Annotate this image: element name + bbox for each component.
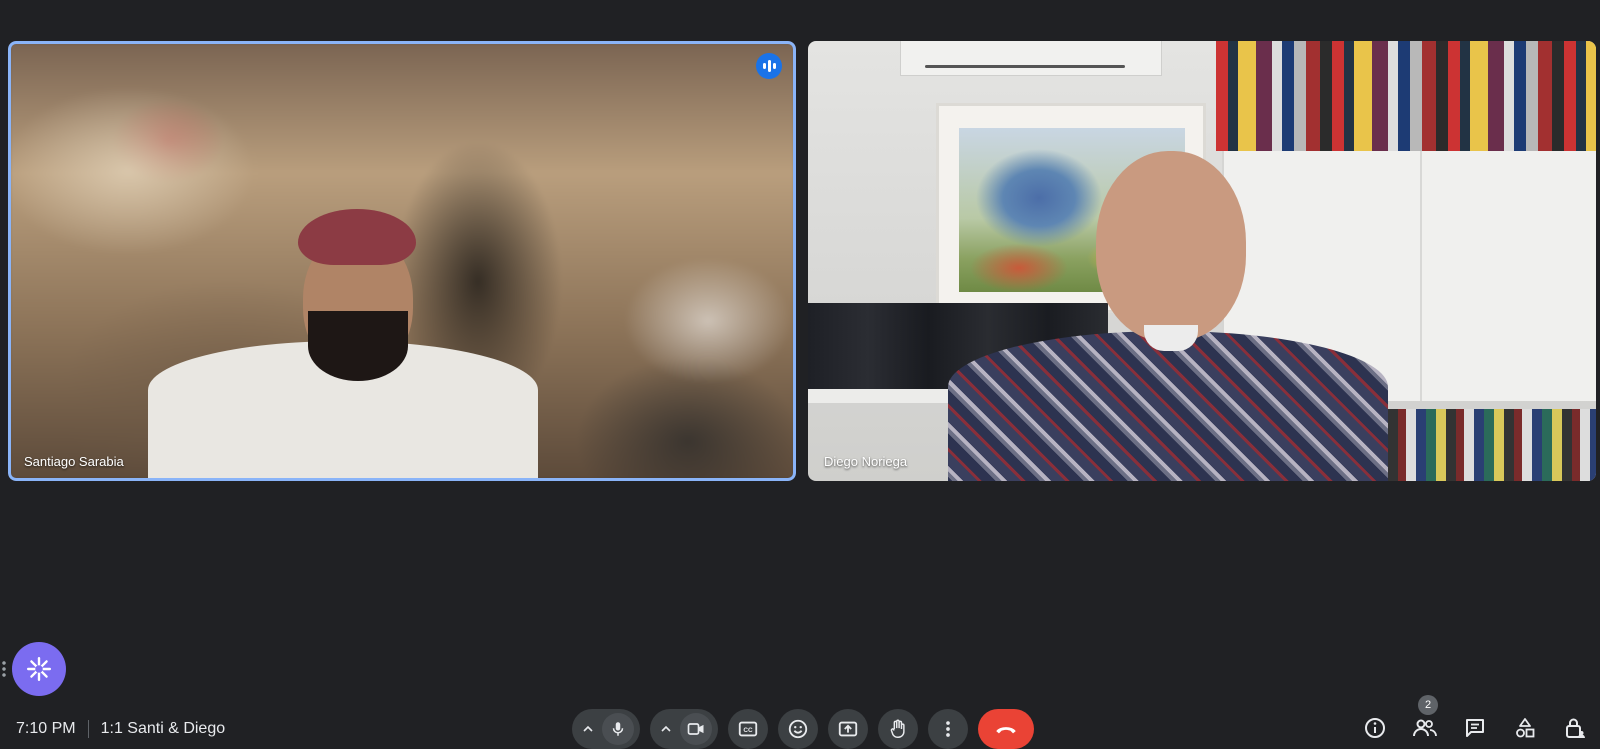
participant-name: Diego Noriega bbox=[824, 454, 908, 469]
participant-video-figure bbox=[148, 201, 548, 481]
audio-control-group bbox=[572, 709, 640, 749]
drag-handle-icon[interactable] bbox=[2, 660, 6, 678]
participant-tile-diego[interactable]: Diego Noriega bbox=[808, 41, 1596, 481]
call-end-icon bbox=[996, 727, 1016, 734]
people-button[interactable]: 2 bbox=[1410, 695, 1440, 743]
mic-icon bbox=[612, 722, 624, 736]
participant-tile-santiago[interactable]: Santiago Sarabia bbox=[8, 41, 796, 481]
more-vert-icon bbox=[946, 721, 950, 737]
participant-name: Santiago Sarabia bbox=[24, 454, 124, 469]
side-panel-controls: 2 bbox=[1360, 695, 1590, 743]
info-icon bbox=[1365, 718, 1385, 738]
divider bbox=[87, 720, 89, 738]
audio-options-button[interactable] bbox=[576, 714, 600, 744]
mic-button[interactable] bbox=[602, 713, 634, 745]
emoji-icon bbox=[788, 719, 808, 739]
gemini-button[interactable] bbox=[12, 642, 66, 696]
video-icon bbox=[687, 723, 704, 735]
chevron-up-icon bbox=[583, 725, 593, 732]
present-button[interactable] bbox=[828, 709, 868, 749]
people-count-badge: 2 bbox=[1418, 695, 1438, 715]
host-controls-button[interactable] bbox=[1560, 713, 1590, 743]
camera-button[interactable] bbox=[680, 713, 712, 745]
participant-video-figure bbox=[948, 151, 1388, 481]
video-control-group bbox=[650, 709, 718, 749]
lock-person-icon bbox=[1566, 718, 1585, 738]
call-controls: CC bbox=[572, 709, 1034, 749]
video-options-button[interactable] bbox=[654, 714, 678, 744]
present-icon bbox=[838, 721, 858, 737]
captions-icon: CC bbox=[738, 721, 758, 737]
meeting-title: 1:1 Santi & Diego bbox=[100, 720, 226, 737]
activities-icon bbox=[1516, 718, 1535, 738]
svg-text:CC: CC bbox=[743, 727, 753, 734]
hand-icon bbox=[890, 719, 905, 738]
more-options-button[interactable] bbox=[928, 709, 968, 749]
meeting-info-button[interactable] bbox=[1360, 713, 1390, 743]
raise-hand-button[interactable] bbox=[878, 709, 918, 749]
meeting-time: 7:10 PM bbox=[16, 720, 76, 737]
chat-button[interactable] bbox=[1460, 713, 1490, 743]
meeting-details: 7:10 PM 1:1 Santi & Diego bbox=[16, 720, 225, 738]
leave-call-button[interactable] bbox=[978, 709, 1034, 749]
chevron-up-icon bbox=[661, 725, 671, 732]
speaking-indicator-icon bbox=[756, 53, 782, 79]
sparkle-icon bbox=[26, 656, 52, 682]
chat-icon bbox=[1466, 719, 1484, 737]
activities-button[interactable] bbox=[1510, 713, 1540, 743]
reactions-button[interactable] bbox=[778, 709, 818, 749]
people-icon bbox=[1413, 719, 1437, 737]
captions-button[interactable]: CC bbox=[728, 709, 768, 749]
